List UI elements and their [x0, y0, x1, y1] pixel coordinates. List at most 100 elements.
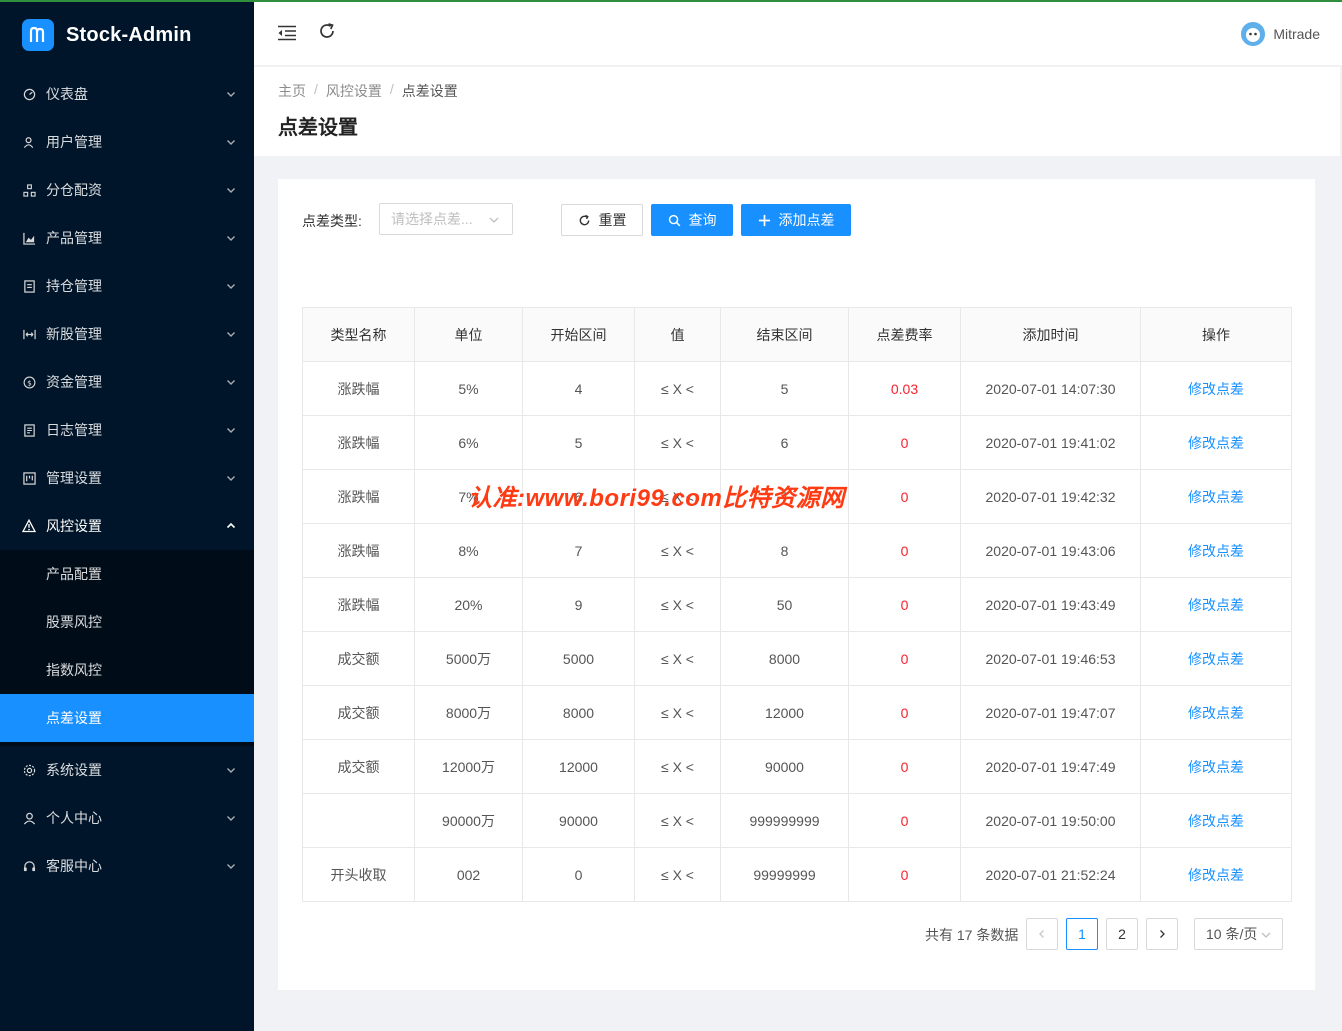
spread-rate-cell: 0 [848, 685, 961, 740]
query-button[interactable]: 查询 [651, 204, 733, 236]
page-2-button[interactable]: 2 [1106, 918, 1138, 950]
table-cell: ≤ X < [634, 739, 721, 794]
table-cell: ≤ X < [634, 577, 721, 632]
dashboard-icon [22, 87, 36, 101]
chevron-down-icon [226, 473, 236, 483]
username: Mitrade [1273, 26, 1320, 42]
sidebar-item-3[interactable]: 分仓配资 [0, 166, 254, 214]
breadcrumb-separator: / [389, 81, 394, 97]
sidebar-item-label: 分仓配资 [46, 182, 102, 198]
submenu-item-3[interactable]: 指数风控 [0, 646, 254, 694]
sidebar-item-label: 持仓管理 [46, 278, 102, 294]
table-cell: 12000 [522, 739, 635, 794]
table-cell: 成交额 [302, 739, 415, 794]
sidebar-item-4[interactable]: 产品管理 [0, 214, 254, 262]
app-title: Stock-Admin [66, 23, 192, 46]
sidebar-item-7[interactable]: $ 资金管理 [0, 358, 254, 406]
menu-fold-icon[interactable] [276, 22, 298, 44]
submenu: 产品配置 股票风控 指数风控 点差设置 [0, 550, 254, 746]
edit-spread-link[interactable]: 修改点差 [1140, 415, 1292, 470]
sidebar-item-label: 仪表盘 [46, 86, 88, 102]
edit-spread-link[interactable]: 修改点差 [1140, 847, 1292, 902]
sidebar: Stock-Admin 仪表盘用户管理分仓配资产品管理持仓管理新股管理 $ 资金管理… [0, 0, 254, 1031]
table-cell: 8000万 [414, 685, 523, 740]
sidebar-item-2[interactable]: 用户管理 [0, 118, 254, 166]
edit-spread-link[interactable]: 修改点差 [1140, 739, 1292, 794]
submenu-item-1[interactable]: 产品配置 [0, 550, 254, 598]
edit-spread-link[interactable]: 修改点差 [1140, 793, 1292, 848]
spread-type-select[interactable]: 请选择点差... [379, 203, 513, 235]
column-header: 点差费率 [848, 307, 961, 362]
chevron-down-icon [226, 377, 236, 387]
edit-spread-link[interactable]: 修改点差 [1140, 685, 1292, 740]
table-row: 成交额 8000万 8000 ≤ X <12000 0 2020-07-01 19:47:… [302, 685, 1292, 740]
page-size-select[interactable]: 10 条/页 [1194, 918, 1283, 950]
sidebar-item-9[interactable]: 管理设置 [0, 454, 254, 502]
sidebar-item-6[interactable]: 新股管理 [0, 310, 254, 358]
table-cell: 12000 [720, 685, 849, 740]
table-row: 开头收取 002 0 ≤ X <99999999 0 2020-07-01 21:52:2… [302, 847, 1292, 902]
edit-spread-link[interactable]: 修改点差 [1140, 631, 1292, 686]
warning-icon [22, 519, 36, 533]
reload-icon[interactable] [316, 20, 338, 42]
sidebar-item-13[interactable]: 客服中心 [0, 842, 254, 890]
reload-icon [578, 214, 591, 227]
sidebar-item-12[interactable]: 个人中心 [0, 794, 254, 842]
sidebar-item-8[interactable]: 日志管理 [0, 406, 254, 454]
next-page-button[interactable] [1146, 918, 1178, 950]
sidebar-item-5[interactable]: 持仓管理 [0, 262, 254, 310]
chevron-down-icon [1260, 928, 1272, 944]
table-cell: 2020-07-01 19:50:00 [960, 793, 1141, 848]
table-cell: 7 [522, 523, 635, 578]
sidebar-item-10[interactable]: 风控设置 [0, 502, 254, 550]
prev-page-button[interactable] [1026, 918, 1058, 950]
edit-spread-link[interactable]: 修改点差 [1140, 577, 1292, 632]
edit-spread-link[interactable]: 修改点差 [1140, 469, 1292, 524]
add-label: 添加点差 [778, 212, 835, 228]
table-cell: 涨跌幅 [302, 361, 415, 416]
breadcrumb: 主页 / 风控设置 / 点差设置 [278, 81, 458, 101]
edit-spread-link[interactable]: 修改点差 [1140, 523, 1292, 578]
table-cell: 涨跌幅 [302, 469, 415, 524]
spread-rate-cell: 0 [848, 847, 961, 902]
table-cell: ≤ X < [634, 685, 721, 740]
plus-icon [758, 214, 771, 227]
sidebar-item-1[interactable]: 仪表盘 [0, 70, 254, 118]
edit-spread-link[interactable]: 修改点差 [1140, 361, 1292, 416]
logo-icon [22, 19, 54, 51]
pagination-total: 共有 17 条数据 [925, 927, 1019, 943]
breadcrumb-home[interactable]: 主页 [278, 81, 306, 101]
table-header-row: 类型名称 单位 开始区间值结束区间 点差费率 添加时间 操作 [302, 307, 1292, 362]
user-menu[interactable]: Mitrade [1241, 22, 1320, 46]
table-cell: 90000 [522, 793, 635, 848]
reset-button[interactable]: 重置 [561, 204, 643, 236]
table-row: 90000万 90000 ≤ X <999999999 0 2020-07-01 19:… [302, 793, 1292, 848]
add-spread-button[interactable]: 添加点差 [741, 204, 851, 236]
chevron-down-icon [226, 813, 236, 823]
breadcrumb-risk[interactable]: 风控设置 [326, 81, 382, 101]
project-icon [22, 471, 36, 485]
table-cell: ≤ X < [634, 847, 721, 902]
table-row: 成交额 5000万 5000 ≤ X <8000 0 2020-07-01 19:46:5… [302, 631, 1292, 686]
sidebar-menu: 仪表盘用户管理分仓配资产品管理持仓管理新股管理 $ 资金管理 日志管理 管理设置 风控设置… [0, 70, 254, 890]
table-cell: 90000 [720, 739, 849, 794]
submenu-item-2[interactable]: 股票风控 [0, 598, 254, 646]
profile-icon [22, 423, 36, 437]
table-cell: 5000万 [414, 631, 523, 686]
table-cell: 2020-07-01 19:41:02 [960, 415, 1141, 470]
breadcrumb-current: 点差设置 [401, 83, 458, 99]
chevron-down-icon [226, 765, 236, 775]
table-cell: 涨跌幅 [302, 415, 415, 470]
logo[interactable]: Stock-Admin [0, 0, 254, 70]
table-cell: 002 [414, 847, 523, 902]
submenu-item-4[interactable]: 点差设置 [0, 694, 254, 742]
table-cell: 6 [720, 415, 849, 470]
page-1-button[interactable]: 1 [1066, 918, 1098, 950]
page-header: 主页 / 风控设置 / 点差设置 点差设置 [254, 67, 1340, 156]
table-cell: 2020-07-01 19:43:49 [960, 577, 1141, 632]
page-title: 点差设置 [278, 117, 358, 139]
sidebar-item-11[interactable]: 系统设置 [0, 746, 254, 794]
sidebar-item-label: 产品管理 [46, 230, 102, 246]
dollar-icon: $ [22, 375, 36, 389]
sidebar-item-label: 系统设置 [46, 762, 102, 778]
